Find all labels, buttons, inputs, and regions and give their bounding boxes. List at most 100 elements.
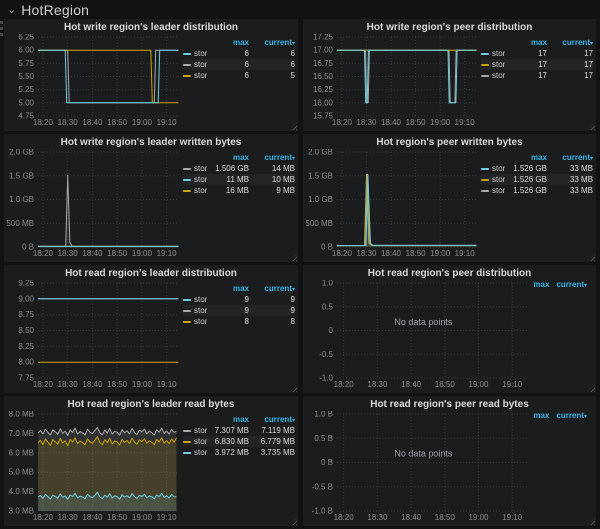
legend-series-name: store_1: [194, 60, 207, 69]
legend-sort-current[interactable]: current▾: [547, 153, 593, 162]
legend-row: store_11717: [481, 70, 593, 81]
legend-sort-current[interactable]: current▾: [249, 415, 295, 424]
legend-sort-current[interactable]: current▾: [556, 280, 587, 289]
panel-title[interactable]: Hot read region's leader distribution: [7, 267, 295, 280]
y-tick-label: 17.00: [313, 46, 334, 55]
y-tick-label: 0: [329, 326, 334, 335]
series-color-swatch: [481, 75, 489, 77]
legend-series-toggle[interactable]: store_1: [481, 186, 505, 195]
panel: Hot write region's leader distribution4.…: [4, 19, 298, 131]
row-drag-handle[interactable]: [0, 21, 3, 36]
panel-title[interactable]: Hot write region's peer distribution: [306, 21, 593, 34]
legend-row: store_46.830 MB6.779 MB: [183, 436, 295, 447]
legend-sort-max[interactable]: max: [505, 153, 547, 162]
legend-series-toggle[interactable]: store_1: [183, 60, 207, 69]
legend-sort-max[interactable]: max: [533, 411, 549, 420]
legend-series-toggle[interactable]: store_1: [481, 71, 505, 80]
x-tick-label: 18:30: [58, 249, 79, 258]
legend-series-toggle[interactable]: store_4: [183, 437, 207, 446]
legend-series-name: store_4: [492, 60, 505, 69]
legend-sort-current[interactable]: current▾: [249, 284, 295, 293]
legend-series-toggle[interactable]: store_1: [183, 164, 207, 173]
legend-series-toggle[interactable]: store_4: [481, 175, 505, 184]
panel-title[interactable]: Hot read region's peer distribution: [306, 267, 593, 280]
y-tick-label: 5.25: [18, 85, 34, 94]
legend-max-value: 8: [207, 317, 249, 326]
legend-row: store_17.307 MB7.119 MB: [183, 425, 295, 436]
x-tick-label: 19:10: [157, 380, 178, 389]
dashboard-grid: Hot write region's leader distribution4.…: [0, 19, 600, 526]
legend-series-name: store_4: [492, 175, 505, 184]
legend-series-name: store_5: [194, 448, 207, 457]
panel: Hot read region's leader distribution7.7…: [4, 265, 298, 393]
legend-row: store_199: [183, 305, 295, 316]
legend-current-value: 33 MB: [547, 175, 593, 184]
x-tick-label: 19:00: [430, 118, 451, 127]
series-color-swatch: [183, 310, 191, 312]
chart-plot-area[interactable]: -1.0-0.500.51.018:2018:3018:4018:5019:00…: [306, 280, 533, 389]
legend-series-toggle[interactable]: store_4: [183, 71, 207, 80]
panel-title[interactable]: Hot write region's leader distribution: [7, 21, 295, 34]
x-tick-label: 18:20: [33, 118, 54, 127]
legend-header: max current▾: [533, 280, 587, 289]
x-tick-label: 19:10: [157, 118, 178, 127]
chart-plot-area[interactable]: 3.0 MB4.0 MB5.0 MB6.0 MB7.0 MB8.0 MB18:2…: [7, 411, 183, 522]
legend-sort-max[interactable]: max: [207, 38, 249, 47]
legend-series-toggle[interactable]: store_4: [183, 317, 207, 326]
series-color-swatch: [183, 441, 191, 443]
legend-series-toggle[interactable]: store_1: [183, 306, 207, 315]
y-tick-label: 0 B: [321, 458, 333, 467]
legend-series-toggle[interactable]: store_4: [183, 186, 207, 195]
panel-title[interactable]: Hot read region's peer read bytes: [306, 398, 593, 411]
legend-sort-current[interactable]: current▾: [547, 38, 593, 47]
legend-sort-max[interactable]: max: [207, 284, 249, 293]
legend-sort-current[interactable]: current▾: [249, 153, 295, 162]
legend-sort-current[interactable]: current▾: [249, 38, 295, 47]
legend-max-value: 6: [207, 49, 249, 58]
legend-sort-max[interactable]: max: [207, 415, 249, 424]
legend-header: maxcurrent▾: [183, 152, 295, 163]
legend-series-toggle[interactable]: store_5: [183, 49, 207, 58]
legend-series-toggle[interactable]: store_5: [481, 49, 505, 58]
row-title: HotRegion: [21, 2, 89, 18]
legend-series-name: store_1: [194, 306, 207, 315]
legend-sort-max[interactable]: max: [533, 280, 549, 289]
y-tick-label: 500 MB: [7, 219, 34, 228]
series-color-swatch: [183, 75, 191, 77]
chart-plot-area[interactable]: 15.7516.0016.2516.5016.7517.0017.2518:20…: [306, 34, 481, 127]
x-tick-label: 18:50: [107, 380, 128, 389]
chart-plot-area[interactable]: 0 B500 MB1.0 GB1.5 GB2.0 GB18:2018:3018:…: [7, 149, 183, 258]
legend-series-toggle[interactable]: store_5: [183, 448, 207, 457]
no-data-message: No data points: [394, 317, 453, 327]
x-tick-label: 18:20: [332, 118, 353, 127]
legend-current-value: 7.119 MB: [249, 426, 295, 435]
panel: Hot read region's leader read bytes3.0 M…: [4, 396, 298, 526]
legend-current-value: 9: [249, 295, 295, 304]
legend-current-value: 33 MB: [547, 164, 593, 173]
legend-series-toggle[interactable]: store_5: [481, 164, 505, 173]
legend-series-toggle[interactable]: store_5: [183, 295, 207, 304]
legend-sort-current[interactable]: current▾: [556, 411, 587, 420]
y-tick-label: 5.0 MB: [9, 468, 34, 477]
legend-series-toggle[interactable]: store_5: [183, 175, 207, 184]
panel-title[interactable]: Hot write region's leader written bytes: [7, 136, 295, 149]
legend-sort-max[interactable]: max: [505, 38, 547, 47]
chart-plot-area[interactable]: 0 B500 MB1.0 GB1.5 GB2.0 GB18:2018:3018:…: [306, 149, 481, 258]
legend-row: store_41.526 GB33 MB: [481, 174, 593, 185]
legend-max-value: 16 MB: [207, 186, 249, 195]
chevron-down-icon: ⌄: [7, 5, 16, 15]
chart-plot-area[interactable]: 4.755.005.255.505.756.006.2518:2018:3018…: [7, 34, 183, 127]
chart-plot-area[interactable]: 7.758.008.258.508.759.009.2518:2018:3018…: [7, 280, 183, 389]
x-tick-label: 18:50: [107, 118, 128, 127]
legend-current-value: 5: [249, 71, 295, 80]
panel-title[interactable]: Hot region's peer written bytes: [306, 136, 593, 149]
y-tick-label: 16.00: [313, 98, 334, 107]
legend-series-toggle[interactable]: store_1: [183, 426, 207, 435]
panel-title[interactable]: Hot read region's leader read bytes: [7, 398, 295, 411]
chart-plot-area[interactable]: -1.0 B-0.5 B0 B0.5 B1.0 B18:2018:3018:40…: [306, 411, 533, 522]
legend-sort-max[interactable]: max: [207, 153, 249, 162]
legend-max-value: 6: [207, 60, 249, 69]
legend-series-toggle[interactable]: store_4: [481, 60, 505, 69]
row-header-hotregion[interactable]: ⌄ HotRegion: [0, 0, 600, 19]
y-tick-label: 17.25: [313, 34, 334, 42]
